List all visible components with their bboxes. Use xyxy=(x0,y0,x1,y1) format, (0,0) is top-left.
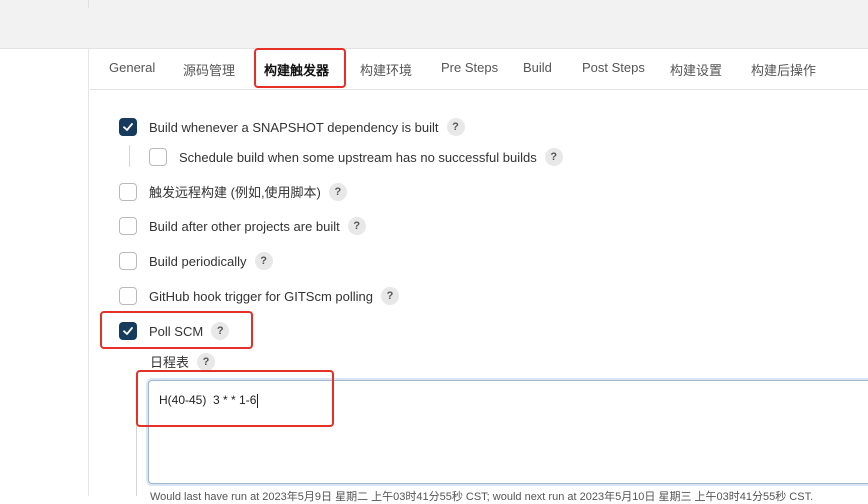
trigger-github-hook[interactable]: GitHub hook trigger for GITScm polling ? xyxy=(119,287,399,305)
tab-general[interactable]: General xyxy=(109,60,155,75)
schedule-highlight-annotation xyxy=(136,370,334,427)
trigger-remote-build[interactable]: 触发远程构建 (例如,使用脚本) ? xyxy=(119,182,347,201)
nested-indent-line xyxy=(129,145,130,167)
tab-highlight-annotation xyxy=(254,48,346,88)
help-icon[interactable]: ? xyxy=(380,287,399,305)
check-icon xyxy=(123,123,133,131)
top-bar-divider xyxy=(88,0,89,8)
checkbox-checked[interactable] xyxy=(119,118,137,136)
trigger-label: 触发远程构建 (例如,使用脚本) xyxy=(149,185,321,200)
trigger-schedule-upstream[interactable]: Schedule build when some upstream has no… xyxy=(149,148,563,166)
checkbox-unchecked[interactable] xyxy=(119,217,137,235)
help-icon[interactable]: ? xyxy=(544,148,563,166)
config-tabs: General 源码管理 构建触发器 构建环境 Pre Steps Build … xyxy=(90,49,868,90)
poll-schedule-hint: Would last have run at 2023年5月9日 星期二 上午0… xyxy=(150,491,814,503)
poll-scm-highlight-annotation xyxy=(100,311,253,349)
help-icon[interactable]: ? xyxy=(328,182,347,201)
sidebar xyxy=(0,49,88,496)
trigger-label: Schedule build when some upstream has no… xyxy=(179,149,537,165)
tab-post-steps[interactable]: Post Steps xyxy=(582,60,645,75)
checkbox-unchecked[interactable] xyxy=(119,182,137,201)
checkbox-unchecked[interactable] xyxy=(149,148,167,166)
top-bar xyxy=(0,0,868,49)
checkbox-unchecked[interactable] xyxy=(119,287,137,305)
tab-source-management[interactable]: 源码管理 xyxy=(183,60,235,79)
tab-build-settings[interactable]: 构建设置 xyxy=(670,60,722,79)
help-icon[interactable]: ? xyxy=(197,352,216,371)
trigger-build-periodically[interactable]: Build periodically ? xyxy=(119,252,273,270)
checkbox-unchecked[interactable] xyxy=(119,252,137,270)
trigger-label: GitHub hook trigger for GITScm polling xyxy=(149,288,373,304)
help-icon[interactable]: ? xyxy=(347,217,366,235)
help-icon[interactable]: ? xyxy=(254,252,273,270)
trigger-label: Build whenever a SNAPSHOT dependency is … xyxy=(149,119,439,135)
tab-pre-steps[interactable]: Pre Steps xyxy=(441,60,498,75)
schedule-label-row: 日程表 ? xyxy=(150,352,216,371)
tab-build-environment[interactable]: 构建环境 xyxy=(360,60,412,79)
sidebar-divider xyxy=(88,49,89,496)
schedule-label: 日程表 xyxy=(150,355,190,370)
tab-build[interactable]: Build xyxy=(523,60,552,75)
trigger-label: Build after other projects are built xyxy=(149,218,340,234)
trigger-label: Build periodically xyxy=(149,253,247,269)
trigger-after-other-projects[interactable]: Build after other projects are built ? xyxy=(119,217,366,235)
trigger-snapshot-dependency[interactable]: Build whenever a SNAPSHOT dependency is … xyxy=(119,118,465,136)
tab-post-build-actions[interactable]: 构建后操作 xyxy=(751,60,816,79)
help-icon[interactable]: ? xyxy=(446,118,465,136)
